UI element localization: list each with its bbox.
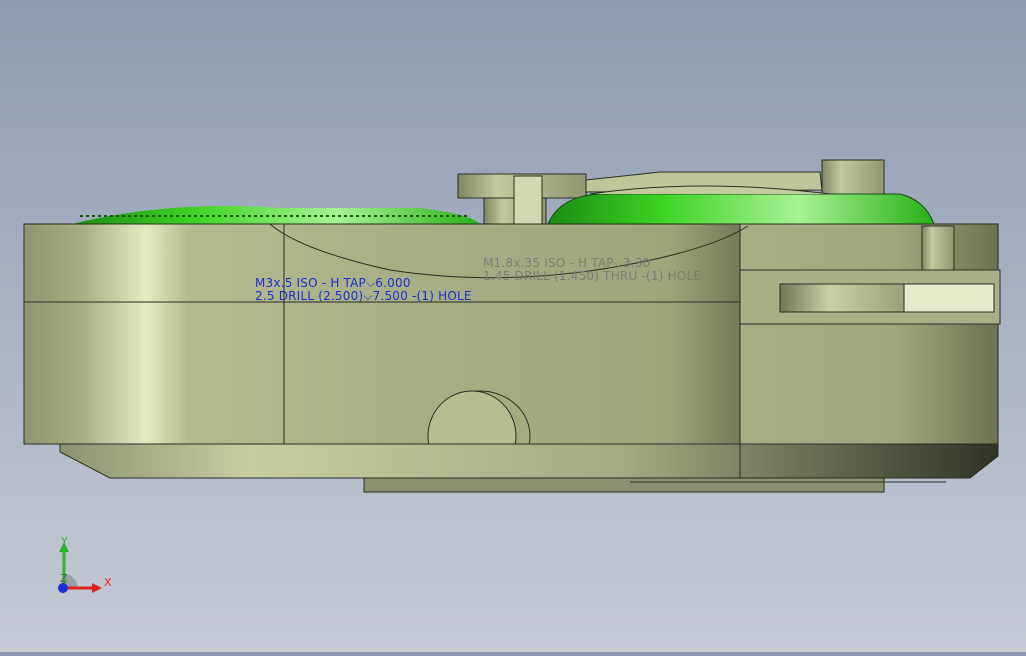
callout-line1: M3x.5 ISO - H TAP — [255, 276, 366, 290]
left-knob-cap — [72, 206, 480, 224]
callout-line2-depth: 7.500 -(1) HOLE — [372, 289, 472, 303]
depth-symbol-icon: ⌵ — [363, 289, 373, 303]
depth-symbol-icon: ⌵ — [613, 256, 623, 270]
base-flange — [59, 443, 999, 493]
callout-line1-depth: 6.000 — [375, 276, 411, 290]
callout-line1: M1.8x.35 ISO - H TAP — [483, 256, 614, 270]
callout-line2: 2.5 DRILL (2.500) — [255, 289, 364, 303]
hole-callout-tap-m3[interactable]: M3x.5 ISO - H TAP⌵6.000 2.5 DRILL (2.500… — [255, 277, 472, 303]
depth-symbol-icon: ⌵ — [366, 276, 376, 290]
hole-callout-tap-m1-8[interactable]: M1.8x.35 ISO - H TAP⌵3.30 1.45 DRILL (1.… — [483, 257, 701, 283]
cad-viewport[interactable]: M3x.5 ISO - H TAP⌵6.000 2.5 DRILL (2.500… — [0, 0, 1026, 652]
callout-line2: 1.45 DRILL (1.450) THRU -(1) HOLE — [483, 269, 702, 283]
x-arrowhead-icon — [92, 583, 102, 593]
y-axis-label: Y — [60, 535, 68, 548]
coordinate-triad: Y X Z — [50, 530, 120, 600]
x-axis-label: X — [104, 576, 112, 589]
callout-line1-depth: 3.30 — [622, 256, 651, 270]
model-view[interactable] — [0, 0, 1026, 652]
z-axis-label: Z — [60, 572, 68, 585]
